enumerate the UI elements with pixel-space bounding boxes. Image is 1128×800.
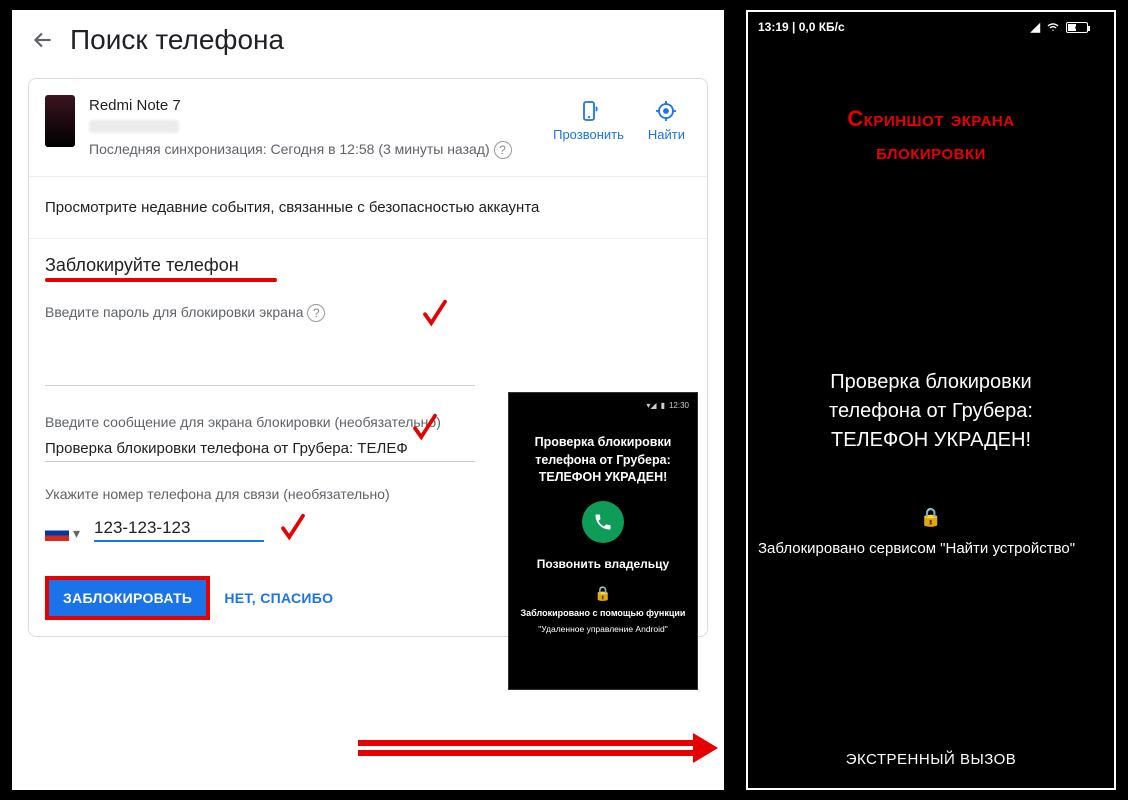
phone-icon: [593, 512, 613, 532]
no-thanks-button[interactable]: НЕТ, СПАСИБО: [224, 590, 333, 606]
flag-ru-icon: [45, 525, 69, 541]
find-label: Найти: [648, 127, 685, 142]
preview-lock-note2: "Удаленное управление Android": [538, 624, 668, 634]
preview-msg-l1: Проверка блокировки: [535, 434, 672, 452]
password-field-row: Введите пароль для блокировки экрана ?: [45, 304, 691, 386]
lock-msg-l2: телефона от Грубера:: [766, 397, 1096, 426]
annotation-underline: [45, 278, 277, 282]
device-thumbnail: [45, 95, 75, 147]
preview-msg-l3: ТЕЛЕФОН УКРАДЕН!: [535, 469, 672, 487]
device-row: Redmi Note 7 Последняя синхронизация: Се…: [29, 79, 707, 176]
country-flag-select[interactable]: ▾: [45, 525, 80, 542]
preview-statusbar: ▾◢ ▮ 12:30: [646, 401, 689, 410]
device-info: Redmi Note 7 Последняя синхронизация: Се…: [89, 95, 553, 160]
device-actions: Прозвонить Найти: [553, 95, 691, 160]
ring-label: Прозвонить: [553, 127, 624, 142]
ring-action[interactable]: Прозвонить: [553, 99, 624, 142]
emergency-call-button[interactable]: ЭКСТРЕННЫЙ ВЫЗОВ: [748, 751, 1114, 788]
lock-message: Проверка блокировки телефона от Грубера:…: [748, 368, 1114, 455]
preview-lock-note: Заблокировано с помощью функции: [521, 608, 686, 618]
page-title: Поиск телефона: [70, 24, 284, 56]
battery-percent: 43: [1075, 22, 1085, 32]
annotation-check-icon: [410, 412, 440, 442]
annotation-title: Скриншот экрана блокировки: [748, 102, 1114, 168]
lock-screen-screenshot: 13:19 | 0,0 КБ/с ◢ 43 Скриншот экрана бл…: [746, 10, 1116, 790]
callback-phone-input[interactable]: [94, 516, 264, 542]
lock-icon: 🔒: [594, 585, 611, 602]
lock-msg-l1: Проверка блокировки: [766, 368, 1096, 397]
lock-button[interactable]: ЗАБЛОКИРОВАТЬ: [45, 576, 210, 620]
call-owner-label: Позвонить владельцу: [537, 557, 669, 571]
annotation-arrow-icon: [358, 733, 718, 763]
ring-icon: [577, 99, 601, 123]
preview-msg-l2: телефона от Грубера:: [535, 452, 672, 470]
help-icon[interactable]: ?: [494, 141, 512, 159]
battery-icon: ▮: [661, 401, 665, 410]
find-icon: [654, 99, 678, 123]
lock-screen-preview: ▾◢ ▮ 12:30 Проверка блокировки телефона …: [508, 392, 698, 690]
back-arrow-icon[interactable]: [30, 27, 56, 53]
lock-msg-l3: ТЕЛЕФОН УКРАДЕН!: [766, 426, 1096, 455]
signal-icon: ▾◢: [646, 401, 656, 410]
chevron-down-icon: ▾: [73, 525, 80, 542]
lock-icon: 🔒: [748, 507, 1114, 528]
annotation-title-l1: Скриншот экрана: [748, 102, 1114, 135]
status-icons: ◢ 43: [1031, 20, 1104, 34]
annotation-check-icon: [420, 298, 450, 328]
phone-label: Укажите номер телефона для связи (необяз…: [45, 486, 390, 502]
preview-msg: Проверка блокировки телефона от Грубера:…: [535, 434, 672, 487]
annotation-check-icon: [278, 512, 308, 542]
wifi-icon: [1046, 21, 1060, 33]
statusbar: 13:19 | 0,0 КБ/с ◢ 43: [748, 12, 1114, 42]
lock-heading: Заблокируйте телефон: [45, 255, 239, 276]
header: Поиск телефона: [12, 10, 724, 66]
password-input[interactable]: [45, 360, 475, 386]
call-owner-button[interactable]: [582, 501, 624, 543]
preview-time: 12:30: [669, 401, 689, 410]
message-label: Введите сообщение для экрана блокировки …: [45, 414, 441, 430]
device-name: Redmi Note 7: [89, 95, 553, 118]
help-icon[interactable]: ?: [307, 304, 325, 322]
password-label: Введите пароль для блокировки экрана: [45, 304, 303, 320]
find-action[interactable]: Найти: [648, 99, 685, 142]
device-account-blurred: [89, 120, 179, 133]
status-time: 13:19 | 0,0 КБ/с: [758, 20, 845, 34]
locked-by-text: Заблокировано сервисом "Найти устройство…: [748, 538, 1114, 559]
signal-icon: ◢: [1031, 20, 1040, 34]
security-review-link[interactable]: Просмотрите недавние события, связанные …: [29, 176, 707, 238]
device-sync-text: Последняя синхронизация: Сегодня в 12:58…: [89, 141, 490, 157]
find-my-phone-panel: Поиск телефона Redmi Note 7 Последняя си…: [12, 10, 724, 790]
annotation-title-l2: блокировки: [748, 135, 1114, 168]
